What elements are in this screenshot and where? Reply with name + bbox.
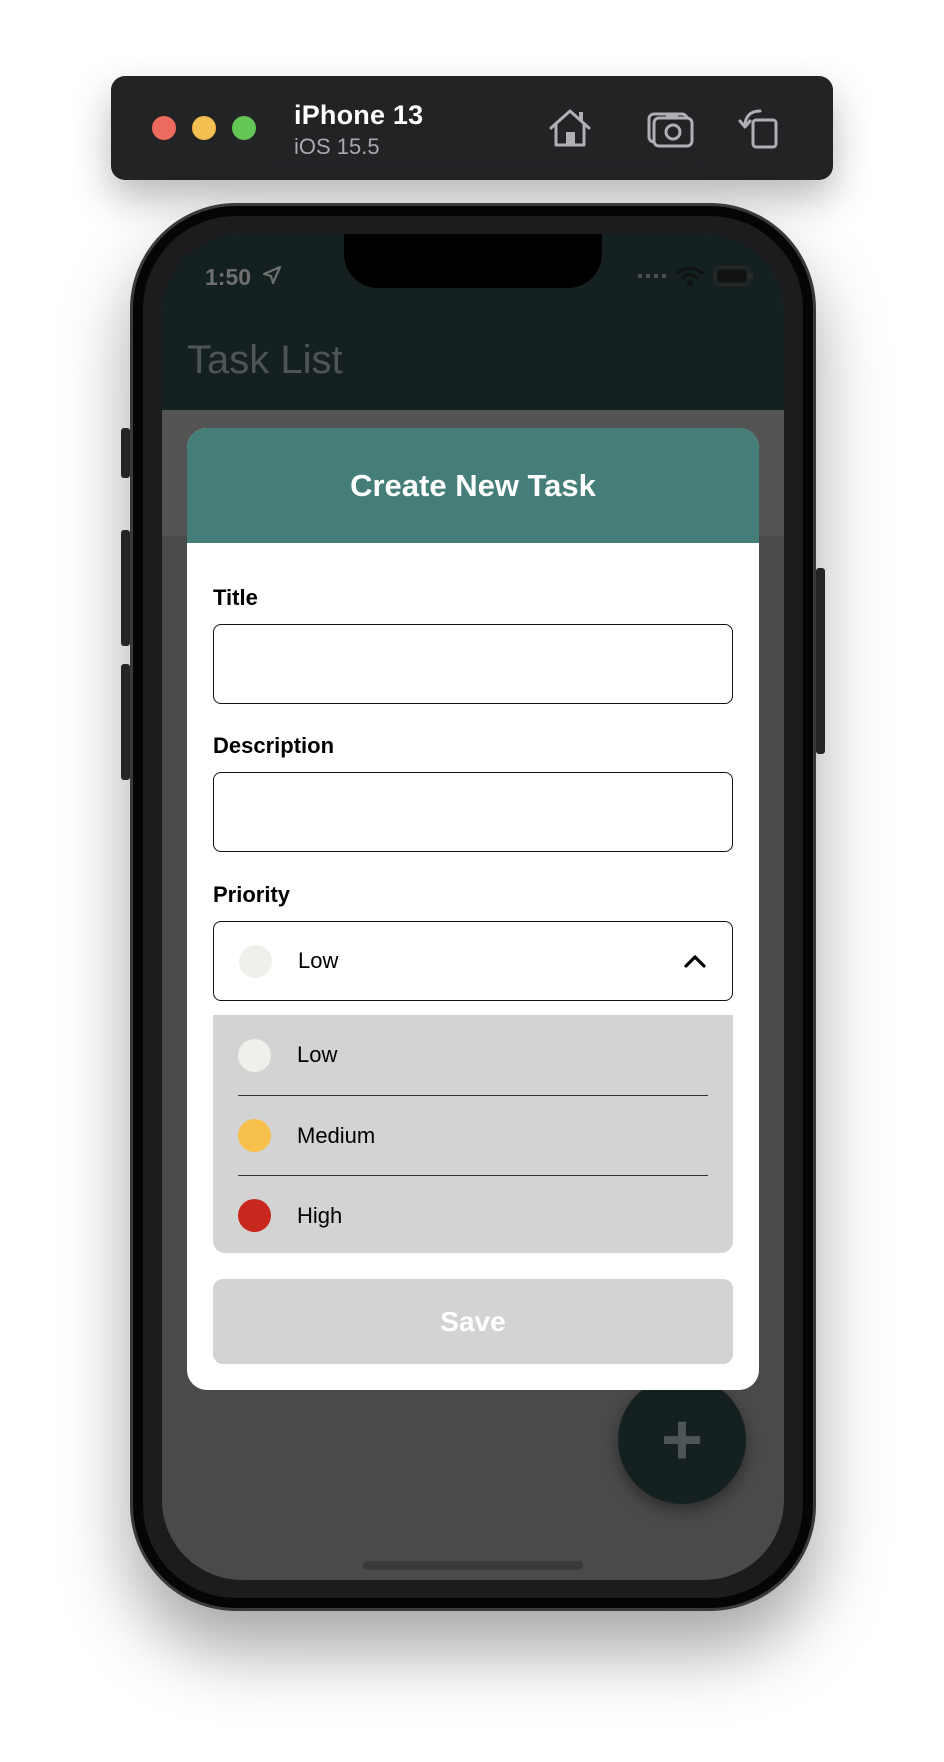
priority-label: Priority (213, 882, 291, 907)
home-icon (549, 109, 591, 147)
add-task-button[interactable]: + (618, 1376, 746, 1504)
simulator-window: iPhone 13 iOS 15.5 1:50 Task List + Crea… (0, 0, 944, 1762)
volume-up-button (121, 530, 130, 646)
save-button[interactable]: Save (213, 1279, 733, 1364)
priority-option-low[interactable]: Low (238, 1015, 708, 1095)
minimize-window-button[interactable] (192, 116, 216, 140)
status-time: 1:50 (205, 264, 252, 290)
description-label: Description (213, 733, 335, 758)
priority-selected-value: Low (298, 948, 339, 973)
rotate-icon (738, 109, 778, 149)
modal-header: Create New Task (187, 428, 759, 543)
priority-option-label: Medium (297, 1122, 376, 1148)
simulator-toolbar: iPhone 13 iOS 15.5 (111, 76, 833, 180)
cellular-signal-icon (638, 274, 666, 278)
home-indicator (363, 1561, 583, 1570)
status-indicators (638, 264, 754, 288)
priority-dot-high (238, 1199, 271, 1232)
priority-dot-low (238, 1038, 271, 1072)
device-screen: 1:50 Task List + Create New Task Title D… (162, 234, 784, 1580)
wifi-icon (676, 266, 704, 286)
priority-dot-medium (238, 1119, 271, 1152)
priority-option-label: High (297, 1202, 343, 1228)
plus-icon: + (660, 1400, 704, 1480)
rotate-button[interactable] (736, 104, 786, 152)
app-header: 1:50 Task List (162, 234, 784, 410)
device-name: iPhone 13 (294, 100, 424, 130)
mute-switch (121, 428, 130, 478)
device-notch (344, 234, 602, 288)
priority-option-high[interactable]: High (238, 1175, 708, 1255)
close-window-button[interactable] (152, 116, 176, 140)
create-task-modal: Create New Task Title Description Priori… (187, 428, 759, 1390)
location-arrow-icon (262, 265, 282, 285)
camera-icon (647, 112, 694, 148)
title-input[interactable] (213, 624, 733, 704)
priority-select[interactable]: Low (213, 921, 733, 1001)
description-input[interactable] (213, 772, 733, 852)
battery-icon (714, 266, 753, 286)
power-button (816, 568, 825, 754)
priority-color-dot (239, 944, 272, 978)
os-version: iOS 15.5 (294, 134, 380, 159)
screenshot-button[interactable] (645, 104, 695, 152)
priority-option-medium[interactable]: Medium (238, 1095, 708, 1175)
home-button[interactable] (545, 104, 595, 152)
app-title: Task List (187, 338, 343, 382)
volume-down-button (121, 664, 130, 780)
priority-option-label: Low (297, 1042, 338, 1067)
modal-title: Create New Task (350, 467, 596, 503)
priority-dropdown: Low Medium High (213, 1015, 733, 1253)
zoom-window-button[interactable] (232, 116, 256, 140)
chevron-up-icon (684, 955, 706, 968)
title-label: Title (213, 585, 258, 610)
